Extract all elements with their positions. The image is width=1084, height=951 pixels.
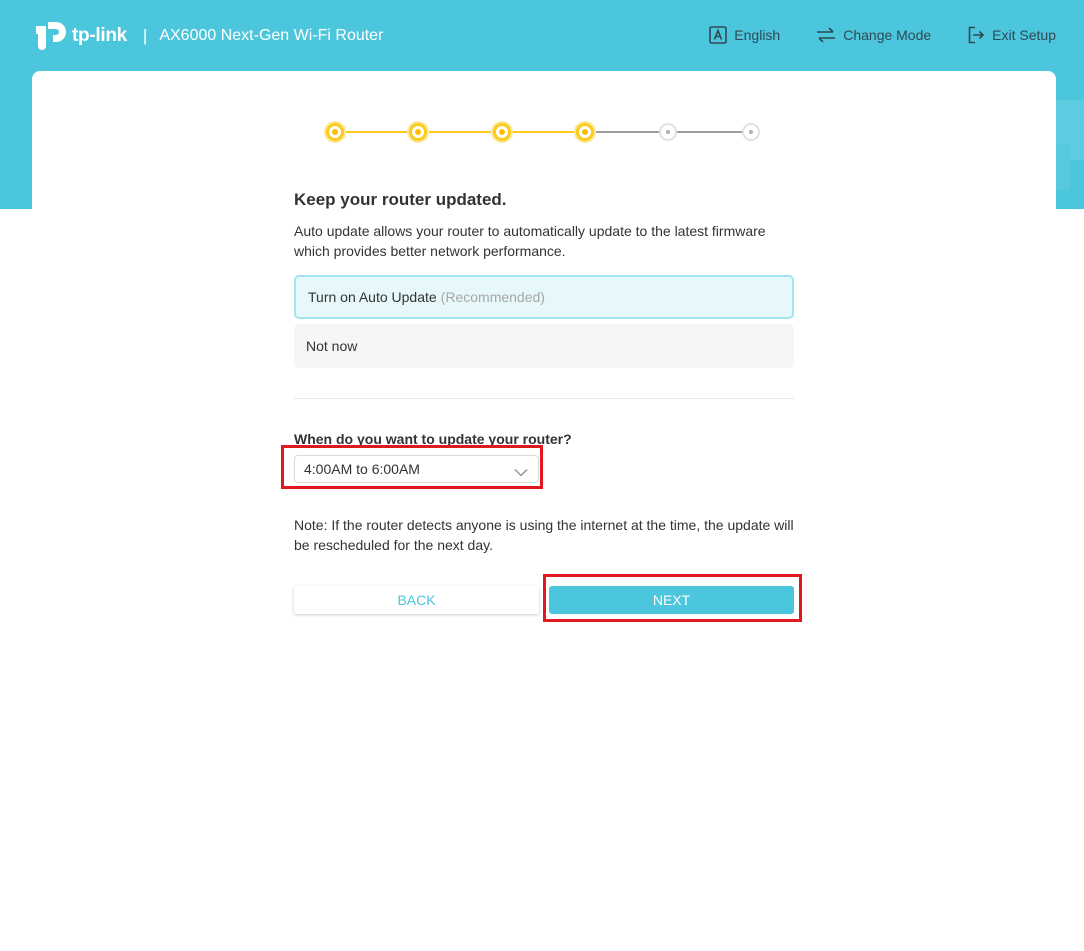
page-title: Keep your router updated.: [294, 190, 507, 209]
update-time-value: 4:00AM to 6:00AM: [304, 461, 420, 477]
schedule-question: When do you want to update your router?: [294, 431, 572, 447]
product-name: AX6000 Next-Gen Wi-Fi Router: [159, 27, 384, 44]
step-line-completed: [335, 131, 585, 133]
exit-setup-button[interactable]: Exit Setup: [967, 26, 1056, 44]
auto-update-option[interactable]: Turn on Auto Update (Recommended): [294, 275, 794, 319]
tp-link-logo-icon: [36, 22, 66, 50]
brand-name: tp-link: [72, 25, 127, 46]
progress-stepper: [326, 120, 816, 144]
top-nav: English Change Mode Exit Setup: [673, 26, 1056, 44]
language-label: English: [734, 27, 781, 43]
language-button[interactable]: English: [709, 26, 780, 44]
change-mode-label: Change Mode: [843, 27, 932, 43]
action-buttons: BACK NEXT: [294, 574, 802, 622]
recommended-hint: (Recommended): [440, 289, 545, 305]
back-button[interactable]: BACK: [294, 586, 539, 614]
swap-icon: [816, 27, 836, 43]
step-1: [326, 123, 344, 141]
step-2: [409, 123, 427, 141]
auto-update-label: Turn on Auto Update: [308, 289, 437, 305]
not-now-option[interactable]: Not now: [294, 324, 794, 368]
setup-card: Keep your router updated. Auto update al…: [32, 71, 1056, 951]
schedule-select-container: 4:00AM to 6:00AM: [281, 445, 794, 489]
page-description: Auto update allows your router to automa…: [294, 223, 766, 259]
language-icon: [709, 26, 728, 44]
step-6: [742, 123, 760, 141]
update-form: Keep your router updated. Auto update al…: [281, 190, 802, 622]
not-now-label: Not now: [306, 338, 358, 354]
exit-icon: [967, 26, 985, 44]
next-button[interactable]: NEXT: [549, 586, 794, 614]
reschedule-note: Note: If the router detects anyone is us…: [294, 517, 794, 553]
exit-setup-label: Exit Setup: [992, 27, 1056, 43]
chevron-down-icon: [514, 464, 528, 480]
step-4: [576, 123, 594, 141]
section-divider: [294, 398, 794, 399]
tp-link-logo: tp-link | AX6000 Next-Gen Wi-Fi Router: [32, 18, 383, 54]
update-time-select[interactable]: 4:00AM to 6:00AM: [294, 455, 539, 483]
header-separator: |: [142, 26, 148, 45]
change-mode-button[interactable]: Change Mode: [816, 27, 931, 43]
step-3: [493, 123, 511, 141]
step-5: [659, 123, 677, 141]
